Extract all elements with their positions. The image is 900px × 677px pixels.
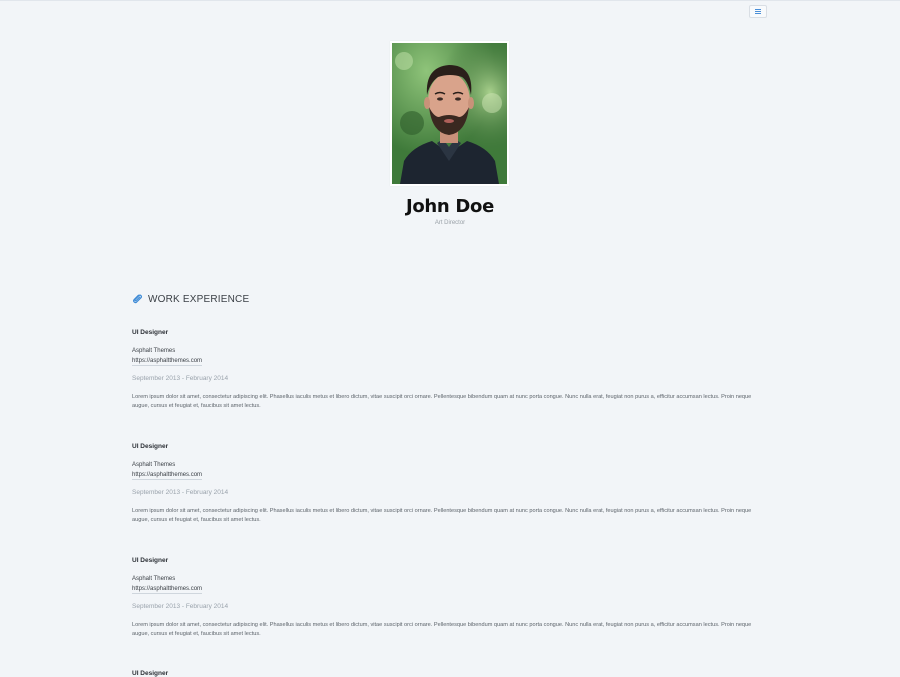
company-link[interactable]: https://asphaltthemes.com (132, 471, 203, 480)
job-title: UI Designer (132, 329, 169, 336)
menu-button[interactable] (749, 5, 767, 18)
job-dates: September 2013 - February 2014 (132, 375, 229, 382)
job-company: Asphalt Themes (132, 462, 176, 468)
job-dates: September 2013 - February 2014 (132, 603, 229, 610)
profile-photo (390, 41, 509, 186)
job-company: Asphalt Themes (132, 348, 176, 354)
paperclip-icon (133, 294, 143, 304)
job-title: UI Designer (132, 670, 169, 677)
hamburger-icon (755, 9, 761, 14)
job-description: Lorem ipsum dolor sit amet, consectetur … (132, 622, 752, 637)
company-link[interactable]: https://asphaltthemes.com (132, 357, 203, 366)
profile-name: John Doe (405, 196, 495, 217)
profile-photo-image (392, 43, 507, 184)
job-title: UI Designer (132, 557, 169, 564)
job-description: Lorem ipsum dolor sit amet, consectetur … (132, 508, 752, 523)
work-experience-header: WORK EXPERIENCE (131, 292, 249, 306)
company-link[interactable]: https://asphaltthemes.com (132, 585, 203, 594)
job-title: UI Designer (132, 443, 169, 450)
profile-role: Art Director (434, 220, 466, 226)
job-dates: September 2013 - February 2014 (132, 489, 229, 496)
top-border (0, 0, 900, 1)
section-title: WORK EXPERIENCE (148, 293, 250, 305)
job-company: Asphalt Themes (132, 576, 176, 582)
job-description: Lorem ipsum dolor sit amet, consectetur … (132, 394, 752, 409)
